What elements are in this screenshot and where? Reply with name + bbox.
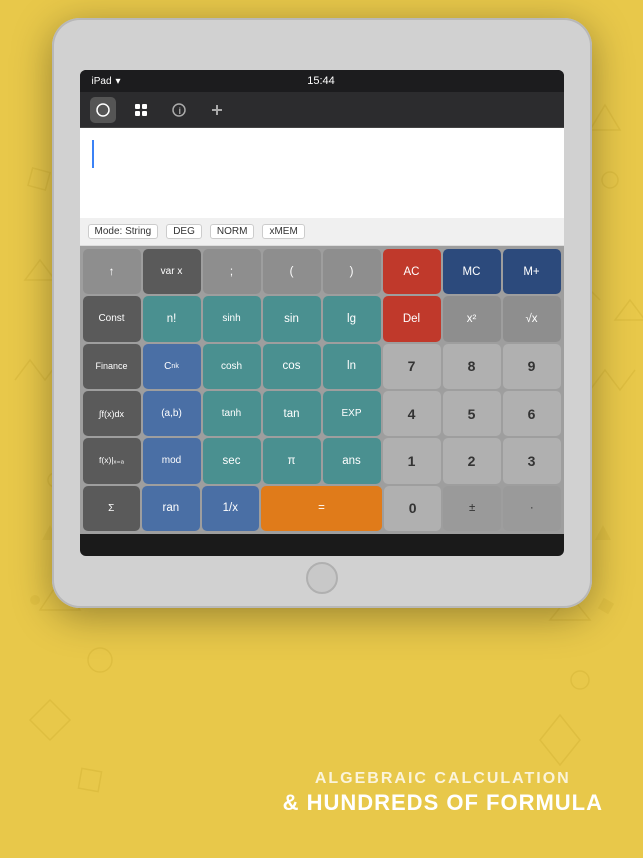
five-key[interactable]: 5 — [443, 391, 501, 436]
ans-key[interactable]: ans — [323, 438, 381, 483]
keyboard-row-4: ∫f(x)dx (a,b) tanh tan EXP 4 5 6 — [83, 391, 561, 436]
wifi-icon: ▾ — [116, 76, 121, 87]
pi-key[interactable]: π — [263, 438, 321, 483]
eight-key[interactable]: 8 — [443, 344, 501, 389]
ln-key[interactable]: ln — [323, 344, 381, 389]
tan-key[interactable]: tan — [263, 391, 321, 436]
screen-content: iPad ▾ 15:44 — [80, 70, 564, 534]
sum-key[interactable]: Σ — [83, 486, 141, 531]
four-key[interactable]: 4 — [383, 391, 441, 436]
del-key[interactable]: Del — [383, 296, 441, 341]
open-paren-key[interactable]: ( — [263, 249, 321, 294]
dot-key[interactable]: · — [503, 486, 561, 531]
display-area[interactable] — [80, 128, 564, 218]
mod-key[interactable]: mod — [143, 438, 201, 483]
mode-string-tag: Mode: String — [88, 224, 159, 239]
ipad-screen: iPad ▾ 15:44 — [80, 70, 564, 556]
promo-text: ALGEBRAIC CALCULATION & HUNDREDS OF FORM… — [283, 769, 603, 818]
plusminus-key[interactable]: ± — [443, 486, 501, 531]
cosh-key[interactable]: cosh — [203, 344, 261, 389]
toolbar-info-icon[interactable]: i — [166, 97, 192, 123]
promo-line1: ALGEBRAIC CALCULATION — [283, 769, 603, 790]
shift-key[interactable]: ↑ — [83, 249, 141, 294]
status-bar: iPad ▾ 15:44 — [80, 70, 564, 92]
sqrt-key[interactable]: √x — [503, 296, 561, 341]
mode-bar: Mode: String DEG NORM xMEM — [80, 218, 564, 246]
mplus-key[interactable]: M+ — [503, 249, 561, 294]
xmem-tag: xMEM — [262, 224, 304, 239]
keyboard-row-6: Σ ran 1/x = 0 ± · — [83, 486, 561, 531]
zero-key[interactable]: 0 — [384, 486, 442, 531]
nine-key[interactable]: 9 — [503, 344, 561, 389]
tanh-key[interactable]: tanh — [203, 391, 261, 436]
ab-key[interactable]: (a,b) — [143, 391, 201, 436]
factorial-key[interactable]: n! — [143, 296, 201, 341]
keyboard-row-2: Const n! sinh sin lg Del x² √x — [83, 296, 561, 341]
device-name: iPad — [92, 76, 112, 87]
one-key[interactable]: 1 — [383, 438, 441, 483]
ran-key[interactable]: ran — [142, 486, 200, 531]
toolbar-grid-icon[interactable] — [128, 97, 154, 123]
integral-key[interactable]: ∫f(x)dx — [83, 391, 141, 436]
combination-key[interactable]: Cnk — [143, 344, 201, 389]
keyboard-row-1: ↑ var x ; ( ) AC MC M+ — [83, 249, 561, 294]
semicolon-key[interactable]: ; — [203, 249, 261, 294]
toolbar: i — [80, 92, 564, 128]
calculator-keyboard: ↑ var x ; ( ) AC MC M+ Const n! sinh — [80, 246, 564, 534]
square-key[interactable]: x² — [443, 296, 501, 341]
text-cursor — [92, 140, 94, 168]
norm-tag: NORM — [210, 224, 255, 239]
lg-key[interactable]: lg — [323, 296, 381, 341]
toolbar-circle-icon[interactable] — [90, 97, 116, 123]
seven-key[interactable]: 7 — [383, 344, 441, 389]
toolbar-plus-icon[interactable] — [204, 97, 230, 123]
exp-key[interactable]: EXP — [323, 391, 381, 436]
three-key[interactable]: 3 — [503, 438, 561, 483]
varx-key[interactable]: var x — [143, 249, 201, 294]
finance-key[interactable]: Finance — [83, 344, 141, 389]
home-button[interactable] — [306, 562, 338, 594]
evaluate-key[interactable]: f(x)|ₓ₌ₐ — [83, 438, 141, 483]
close-paren-key[interactable]: ) — [323, 249, 381, 294]
keyboard-row-3: Finance Cnk cosh cos ln 7 8 9 — [83, 344, 561, 389]
svg-text:i: i — [178, 106, 181, 116]
sec-key[interactable]: sec — [203, 438, 261, 483]
ipad-body: iPad ▾ 15:44 — [52, 18, 592, 608]
mc-key[interactable]: MC — [443, 249, 501, 294]
equals-key[interactable]: = — [261, 486, 382, 531]
clock: 15:44 — [307, 75, 335, 87]
reciprocal-key[interactable]: 1/x — [202, 486, 260, 531]
deg-tag: DEG — [166, 224, 202, 239]
sinh-key[interactable]: sinh — [203, 296, 261, 341]
const-key[interactable]: Const — [83, 296, 141, 341]
cos-key[interactable]: cos — [263, 344, 321, 389]
six-key[interactable]: 6 — [503, 391, 561, 436]
sin-key[interactable]: sin — [263, 296, 321, 341]
ipad-device: iPad ▾ 15:44 — [52, 18, 592, 608]
ac-key[interactable]: AC — [383, 249, 441, 294]
keyboard-row-5: f(x)|ₓ₌ₐ mod sec π ans 1 2 3 — [83, 438, 561, 483]
status-left: iPad ▾ — [92, 76, 121, 87]
two-key[interactable]: 2 — [443, 438, 501, 483]
promo-line2: & HUNDREDS OF FORMULA — [283, 789, 603, 818]
